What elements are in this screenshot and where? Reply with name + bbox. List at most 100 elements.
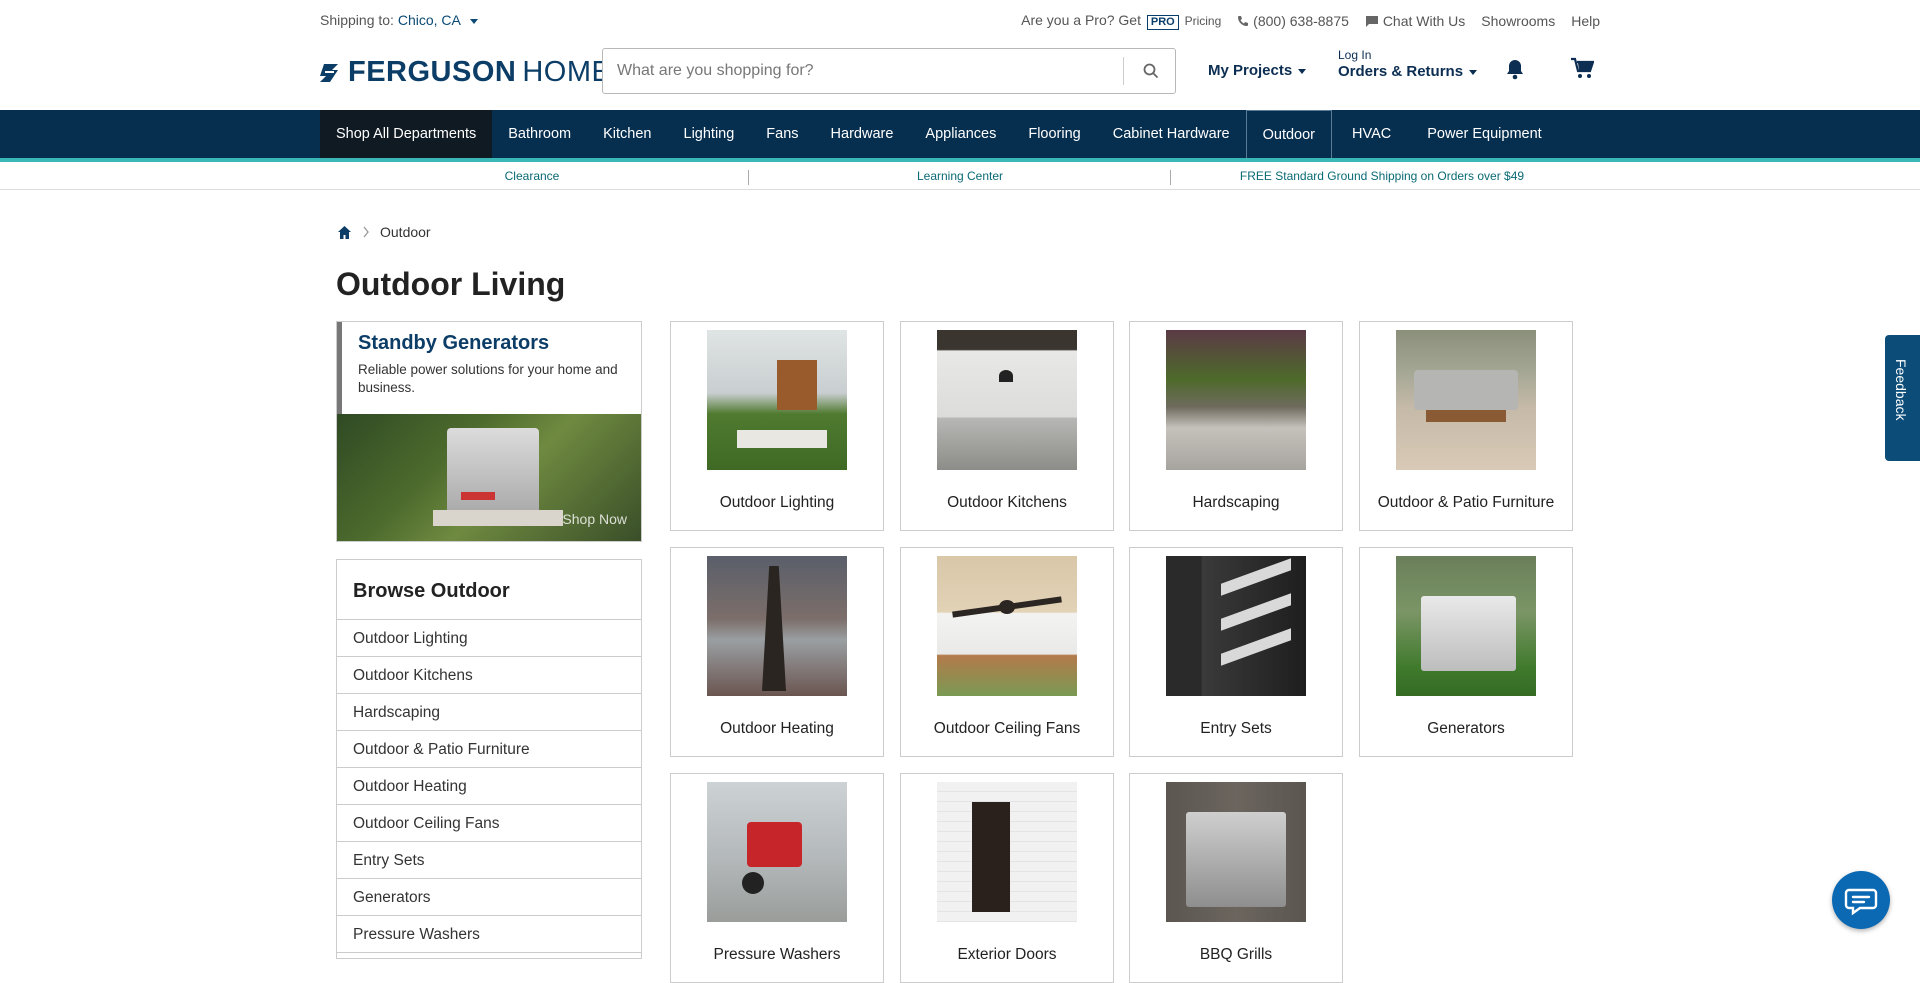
shipping-city[interactable]: Chico, CA [398,12,460,28]
promo-bar: Clearance Learning Center FREE Standard … [0,166,1920,190]
utility-bar: Shipping to: Chico, CA Are you a Pro? Ge… [0,0,1920,42]
outdoor-lighting-image [707,330,847,470]
search-box [602,48,1176,94]
chat-button[interactable] [1832,871,1890,929]
category-tile-bbq-grills[interactable]: BBQ Grills [1129,773,1343,983]
standby-generators-promo[interactable]: Standby Generators Reliable power soluti… [336,321,642,542]
log-in-link[interactable]: Log In [1338,48,1477,62]
feedback-tab[interactable]: Feedback [1885,335,1920,461]
generators-image [1396,556,1536,696]
main-nav: Shop All Departments Bathroom Kitchen Li… [0,110,1920,162]
browse-item-outdoor-heating[interactable]: Outdoor Heating [337,768,641,805]
exterior-doors-image [937,782,1077,922]
category-label: Pressure Washers [713,946,841,963]
category-tile-outdoor-patio-furniture[interactable]: Outdoor & Patio Furniture [1359,321,1573,531]
ferguson-logo[interactable]: FERGUSON HOME [320,56,611,89]
category-tile-hardscaping[interactable]: Hardscaping [1129,321,1343,531]
bell-icon [1507,60,1523,80]
nav-shop-all-departments[interactable]: Shop All Departments [320,110,493,158]
category-label: Outdoor Kitchens [947,494,1067,511]
category-tile-outdoor-kitchens[interactable]: Outdoor Kitchens [900,321,1114,531]
nav-cabinet-hardware[interactable]: Cabinet Hardware [1097,110,1246,158]
category-label: Entry Sets [1200,720,1272,737]
account-menu[interactable]: Log In Orders & Returns [1338,48,1478,80]
my-projects-button[interactable]: My Projects [1208,62,1307,79]
nav-hvac[interactable]: HVAC [1332,110,1411,158]
category-tile-outdoor-heating[interactable]: Outdoor Heating [670,547,884,757]
phone-icon [1238,16,1249,26]
help-link[interactable]: Help [1571,13,1600,29]
chat-bubble-icon [1365,16,1378,27]
feedback-label: Feedback [1893,359,1909,421]
browse-item-pressure-washers[interactable]: Pressure Washers [337,916,641,953]
category-tile-generators[interactable]: Generators [1359,547,1573,757]
nav-flooring[interactable]: Flooring [1012,110,1096,158]
category-label: Hardscaping [1192,494,1280,511]
category-label: Outdoor & Patio Furniture [1377,494,1555,511]
browse-item-outdoor-ceiling-fans[interactable]: Outdoor Ceiling Fans [337,805,641,842]
category-tile-outdoor-ceiling-fans[interactable]: Outdoor Ceiling Fans [900,547,1114,757]
chevron-down-icon [1469,69,1478,75]
nav-lighting[interactable]: Lighting [668,110,751,158]
free-shipping-link[interactable]: FREE Standard Ground Shipping on Orders … [1174,169,1590,183]
promo-text: Standby Generators Reliable power soluti… [337,322,641,414]
cart-button[interactable] [1570,57,1595,86]
notifications-button[interactable] [1505,58,1525,85]
generator-unit [447,428,539,516]
nav-power-equipment[interactable]: Power Equipment [1411,110,1557,158]
promo-title: Standby Generators [358,332,550,354]
browse-item-generators[interactable]: Generators [337,879,641,916]
browse-item-outdoor-kitchens[interactable]: Outdoor Kitchens [337,657,641,694]
chevron-right-icon [363,226,369,238]
category-tile-outdoor-lighting[interactable]: Outdoor Lighting [670,321,884,531]
breadcrumb: Outdoor [337,224,431,240]
outdoor-heating-image [707,556,847,696]
chevron-down-icon [1298,68,1307,74]
search-divider [1123,57,1124,85]
browse-item-outdoor-lighting[interactable]: Outdoor Lighting [337,620,641,657]
pro-badge: PRO [1146,15,1179,30]
browse-item-hardscaping[interactable]: Hardscaping [337,694,641,731]
phone-link[interactable]: (800) 638-8875 [1237,13,1349,29]
category-label: Outdoor Heating [720,720,834,737]
header: FERGUSONHOME My Projects Log In Orders &… [0,42,1920,110]
nav-fans[interactable]: Fans [750,110,814,158]
category-tile-exterior-doors[interactable]: Exterior Doors [900,773,1114,983]
search-button[interactable] [1133,57,1169,85]
promo-separator [1170,170,1171,185]
shipping-location[interactable]: Shipping to: Chico, CA [320,12,478,28]
nav-hardware[interactable]: Hardware [815,110,910,158]
search-input[interactable] [617,49,1097,93]
shop-now-link[interactable]: Shop Now [562,511,627,527]
category-tile-entry-sets[interactable]: Entry Sets [1129,547,1343,757]
category-label: Exterior Doors [957,946,1057,963]
category-label: Outdoor Ceiling Fans [933,720,1081,737]
hardscaping-image [1166,330,1306,470]
promo-description: Reliable power solutions for your home a… [358,362,618,395]
chevron-down-icon [469,18,478,24]
clearance-link[interactable]: Clearance [320,169,744,183]
entry-sets-image [1166,556,1306,696]
learning-center-link[interactable]: Learning Center [752,169,1168,183]
page-title: Outdoor Living [336,266,566,302]
nav-appliances[interactable]: Appliances [909,110,1012,158]
showrooms-link[interactable]: Showrooms [1481,13,1555,29]
category-label: Generators [1427,720,1505,737]
patio-furniture-image [1396,330,1536,470]
pressure-washers-image [707,782,847,922]
category-tile-pressure-washers[interactable]: Pressure Washers [670,773,884,983]
generator-image: Shop Now [337,414,641,541]
browse-item-patio-furniture[interactable]: Outdoor & Patio Furniture [337,731,641,768]
chat-link[interactable]: Chat With Us [1365,13,1465,29]
ferguson-logo-icon [320,63,338,82]
browse-outdoor-panel: Browse Outdoor Outdoor Lighting Outdoor … [336,559,642,959]
pro-pricing-link[interactable]: Are you a Pro? Get PRO Pricing [1021,12,1221,30]
home-icon[interactable] [337,225,352,240]
browse-item-entry-sets[interactable]: Entry Sets [337,842,641,879]
ceiling-fans-image [937,556,1077,696]
nav-bathroom[interactable]: Bathroom [492,110,587,158]
nav-outdoor[interactable]: Outdoor [1245,110,1333,158]
chat-icon [1844,888,1878,916]
browse-title: Browse Outdoor [337,560,641,620]
nav-kitchen[interactable]: Kitchen [587,110,667,158]
